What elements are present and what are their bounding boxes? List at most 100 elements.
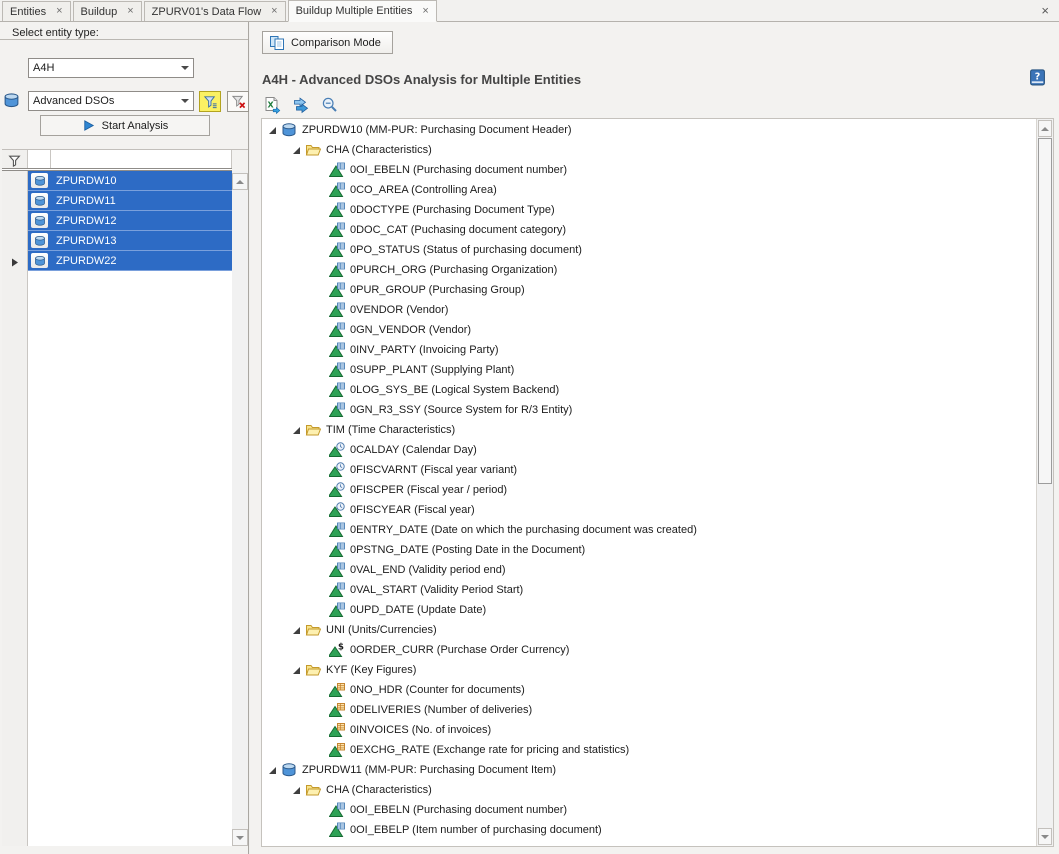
entity-row-zpurdw13[interactable]: ZPURDW13 bbox=[28, 231, 232, 251]
characteristic-icon bbox=[329, 822, 345, 838]
time-characteristic-icon bbox=[329, 462, 345, 478]
grid-header-name-column[interactable] bbox=[51, 150, 232, 168]
tree-node-0deliveries[interactable]: 0DELIVERIES (Number of deliveries) bbox=[262, 700, 1036, 720]
tree-node-0purch_org[interactable]: 0PURCH_ORG (Purchasing Organization) bbox=[262, 260, 1036, 280]
start-analysis-button[interactable]: Start Analysis bbox=[40, 115, 210, 136]
tab-close-icon[interactable]: × bbox=[56, 6, 62, 17]
tree-node-0order_curr[interactable]: $0ORDER_CURR (Purchase Order Currency) bbox=[262, 640, 1036, 660]
tree-node-0po_status[interactable]: 0PO_STATUS (Status of purchasing documen… bbox=[262, 240, 1036, 260]
tree-node-label: 0DOCTYPE (Purchasing Document Type) bbox=[350, 204, 555, 216]
tree-node-label: 0PO_STATUS (Status of purchasing documen… bbox=[350, 244, 582, 256]
tree-node-label: 0VAL_START (Validity Period Start) bbox=[350, 584, 523, 596]
system-select[interactable]: A4H bbox=[28, 58, 194, 78]
entity-row-zpurdw22[interactable]: ZPURDW22 bbox=[28, 251, 232, 271]
tab-close-icon[interactable]: × bbox=[127, 6, 133, 17]
tree-node-label: TIM (Time Characteristics) bbox=[326, 424, 455, 436]
filter-button[interactable] bbox=[199, 91, 221, 112]
tree-node-0vendor[interactable]: 0VENDOR (Vendor) bbox=[262, 300, 1036, 320]
tree-scrollbar[interactable] bbox=[1036, 119, 1053, 846]
svg-text:$: $ bbox=[338, 643, 344, 653]
tab-buildup-multiple-entities[interactable]: Buildup Multiple Entities× bbox=[288, 0, 437, 22]
characteristic-icon bbox=[329, 322, 345, 338]
tree-node-0gn_r3_ssy[interactable]: 0GN_R3_SSY (Source System for R/3 Entity… bbox=[262, 400, 1036, 420]
zoom-out-button[interactable] bbox=[320, 95, 340, 115]
tab-zpurv01-s-data-flow[interactable]: ZPURV01's Data Flow× bbox=[144, 1, 286, 21]
tree-node-0pur_group[interactable]: 0PUR_GROUP (Purchasing Group) bbox=[262, 280, 1036, 300]
characteristic-icon bbox=[329, 282, 345, 298]
tree-node-0calday[interactable]: 0CALDAY (Calendar Day) bbox=[262, 440, 1036, 460]
expander-icon[interactable] bbox=[267, 127, 277, 134]
characteristic-icon bbox=[329, 582, 345, 598]
grid-scrollbar[interactable] bbox=[232, 171, 248, 846]
key-figure-icon bbox=[329, 702, 345, 718]
database-icon bbox=[28, 233, 51, 248]
tab-buildup[interactable]: Buildup× bbox=[73, 1, 142, 21]
entity-row-zpurdw12[interactable]: ZPURDW12 bbox=[28, 211, 232, 231]
scroll-up-button[interactable] bbox=[232, 173, 248, 190]
expander-icon[interactable] bbox=[291, 427, 301, 434]
comparison-mode-label: Comparison Mode bbox=[291, 37, 381, 49]
database-icon bbox=[28, 173, 51, 188]
tree-node-tim[interactable]: TIM (Time Characteristics) bbox=[262, 420, 1036, 440]
tree-node-0fiscvarnt[interactable]: 0FISCVARNT (Fiscal year variant) bbox=[262, 460, 1036, 480]
grid-header-row[interactable] bbox=[28, 150, 232, 168]
tree-node-0inv_party[interactable]: 0INV_PARTY (Invoicing Party) bbox=[262, 340, 1036, 360]
grid-header-icon-column[interactable] bbox=[28, 150, 51, 168]
tree-node-cha[interactable]: CHA (Characteristics) bbox=[262, 140, 1036, 160]
characteristic-icon bbox=[329, 382, 345, 398]
tree-node-0log_sys_be[interactable]: 0LOG_SYS_BE (Logical System Backend) bbox=[262, 380, 1036, 400]
tree-node-0oi_ebelp[interactable]: 0OI_EBELP (Item number of purchasing doc… bbox=[262, 820, 1036, 840]
tree-node-label: 0INV_PARTY (Invoicing Party) bbox=[350, 344, 499, 356]
expand-nodes-button[interactable] bbox=[291, 95, 311, 115]
tree-node-0pstng_date[interactable]: 0PSTNG_DATE (Posting Date in the Documen… bbox=[262, 540, 1036, 560]
clear-filter-button[interactable] bbox=[227, 91, 249, 112]
expander-icon[interactable] bbox=[267, 767, 277, 774]
tab-entities[interactable]: Entities× bbox=[2, 1, 71, 21]
tab-close-icon[interactable]: × bbox=[422, 6, 428, 17]
scroll-down-button[interactable] bbox=[1038, 828, 1052, 845]
entity-type-select[interactable]: Advanced DSOs bbox=[28, 91, 194, 111]
tree-node-0val_start[interactable]: 0VAL_START (Validity Period Start) bbox=[262, 580, 1036, 600]
expander-icon[interactable] bbox=[291, 147, 301, 154]
tree-node-0val_end[interactable]: 0VAL_END (Validity period end) bbox=[262, 560, 1036, 580]
tree-node-uni[interactable]: UNI (Units/Currencies) bbox=[262, 620, 1036, 640]
tab-close-icon[interactable]: × bbox=[271, 6, 277, 17]
expander-icon[interactable] bbox=[291, 787, 301, 794]
characteristic-icon bbox=[329, 362, 345, 378]
tree-node-0doctype[interactable]: 0DOCTYPE (Purchasing Document Type) bbox=[262, 200, 1036, 220]
tree-node-0supp_plant[interactable]: 0SUPP_PLANT (Supplying Plant) bbox=[262, 360, 1036, 380]
expander-icon[interactable] bbox=[291, 667, 301, 674]
tree-node-kyf[interactable]: KYF (Key Figures) bbox=[262, 660, 1036, 680]
tab-bar: Entities×Buildup×ZPURV01's Data Flow×Bui… bbox=[0, 0, 1059, 22]
funnel-icon[interactable] bbox=[8, 154, 21, 167]
scroll-down-button[interactable] bbox=[232, 829, 248, 846]
entity-row-zpurdw11[interactable]: ZPURDW11 bbox=[28, 191, 232, 211]
tree-node-0co_area[interactable]: 0CO_AREA (Controlling Area) bbox=[262, 180, 1036, 200]
grid-rows: ZPURDW10ZPURDW11ZPURDW12ZPURDW13 ZPURDW22 bbox=[28, 171, 232, 846]
entity-name: ZPURDW22 bbox=[51, 255, 117, 267]
scrollbar-thumb[interactable] bbox=[1038, 138, 1052, 484]
tree-node-zpurdw10[interactable]: ZPURDW10 (MM-PUR: Purchasing Document He… bbox=[262, 120, 1036, 140]
tree-node-0no_hdr[interactable]: 0NO_HDR (Counter for documents) bbox=[262, 680, 1036, 700]
tree-node-cha[interactable]: CHA (Characteristics) bbox=[262, 780, 1036, 800]
entity-grid: ZPURDW10ZPURDW11ZPURDW12ZPURDW13 ZPURDW22 bbox=[2, 149, 248, 854]
tree-node-0gn_vendor[interactable]: 0GN_VENDOR (Vendor) bbox=[262, 320, 1036, 340]
tree-node-0doc_cat[interactable]: 0DOC_CAT (Puchasing document category) bbox=[262, 220, 1036, 240]
expand-nodes-icon bbox=[292, 96, 310, 114]
comparison-mode-button[interactable]: Comparison Mode bbox=[262, 31, 393, 54]
help-book-icon[interactable]: ? bbox=[1029, 69, 1046, 86]
tree-node-zpurdw11[interactable]: ZPURDW11 (MM-PUR: Purchasing Document It… bbox=[262, 760, 1036, 780]
tree-node-0invoices[interactable]: 0INVOICES (No. of invoices) bbox=[262, 720, 1036, 740]
close-icon[interactable]: × bbox=[1041, 4, 1049, 17]
tree-node-0fiscyear[interactable]: 0FISCYEAR (Fiscal year) bbox=[262, 500, 1036, 520]
scroll-up-button[interactable] bbox=[1038, 120, 1052, 137]
entity-row-zpurdw10[interactable]: ZPURDW10 bbox=[28, 171, 232, 191]
tree-node-0oi_ebeln[interactable]: 0OI_EBELN (Purchasing document number) bbox=[262, 800, 1036, 820]
tree-node-0fiscper[interactable]: 0FISCPER (Fiscal year / period) bbox=[262, 480, 1036, 500]
expander-icon[interactable] bbox=[291, 627, 301, 634]
tree-node-0oi_ebeln[interactable]: 0OI_EBELN (Purchasing document number) bbox=[262, 160, 1036, 180]
tree-node-0exchg_rate[interactable]: 0EXCHG_RATE (Exchange rate for pricing a… bbox=[262, 740, 1036, 760]
export-to-excel-button[interactable]: X bbox=[262, 95, 282, 115]
tree-node-0entry_date[interactable]: 0ENTRY_DATE (Date on which the purchasin… bbox=[262, 520, 1036, 540]
tree-node-0upd_date[interactable]: 0UPD_DATE (Update Date) bbox=[262, 600, 1036, 620]
